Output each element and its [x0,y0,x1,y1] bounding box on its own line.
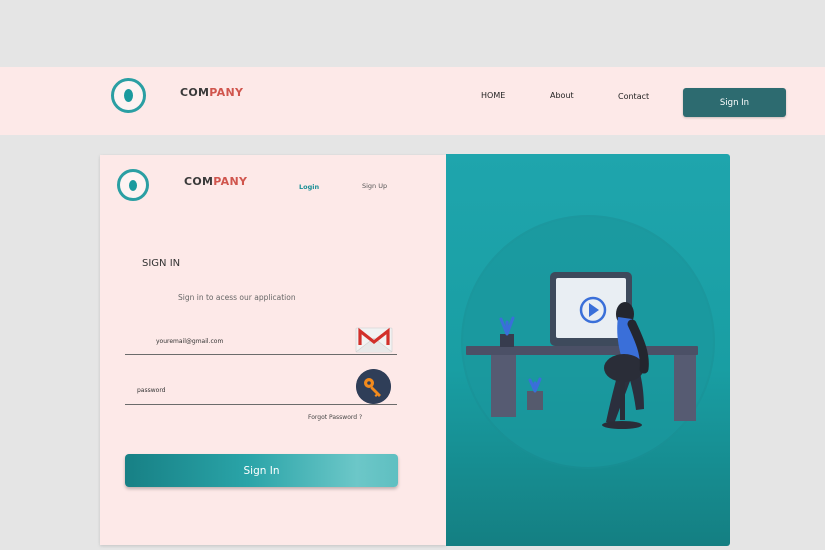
card-brand-prefix: COM [184,175,214,188]
password-field[interactable] [137,385,327,395]
logo-icon [117,169,149,201]
forgot-password-link[interactable]: Forgot Password ? [308,414,362,421]
nav-link-home[interactable]: HOME [481,91,505,100]
form-subtitle: Sign in to acess our application [178,293,296,302]
brand-prefix: COM [180,86,210,99]
login-panel: COMPANY Login Sign Up SIGN IN Sign in to… [100,155,446,545]
tab-signup[interactable]: Sign Up [362,182,387,190]
email-underline [125,354,397,355]
gmail-icon [355,327,393,353]
submit-signin-button[interactable]: Sign In [125,454,398,487]
card-brand-suffix: PANY [213,175,248,188]
nav-link-about[interactable]: About [550,91,574,100]
brand-suffix: PANY [209,86,244,99]
tab-login[interactable]: Login [299,183,319,191]
brand-name[interactable]: COMPANY [180,86,243,99]
navbar: COMPANY HOME About Contact Sign In [0,67,825,135]
nav-link-contact[interactable]: Contact [618,92,649,101]
key-icon [356,369,391,404]
password-underline [125,404,397,405]
email-field[interactable] [156,336,346,346]
logo-icon[interactable] [111,78,146,113]
form-title: SIGN IN [142,258,181,269]
woman-at-desk-illustration [461,215,715,469]
nav-signin-button[interactable]: Sign In [683,88,786,117]
card-brand-name: COMPANY [184,175,247,188]
illustration-panel [446,154,730,546]
